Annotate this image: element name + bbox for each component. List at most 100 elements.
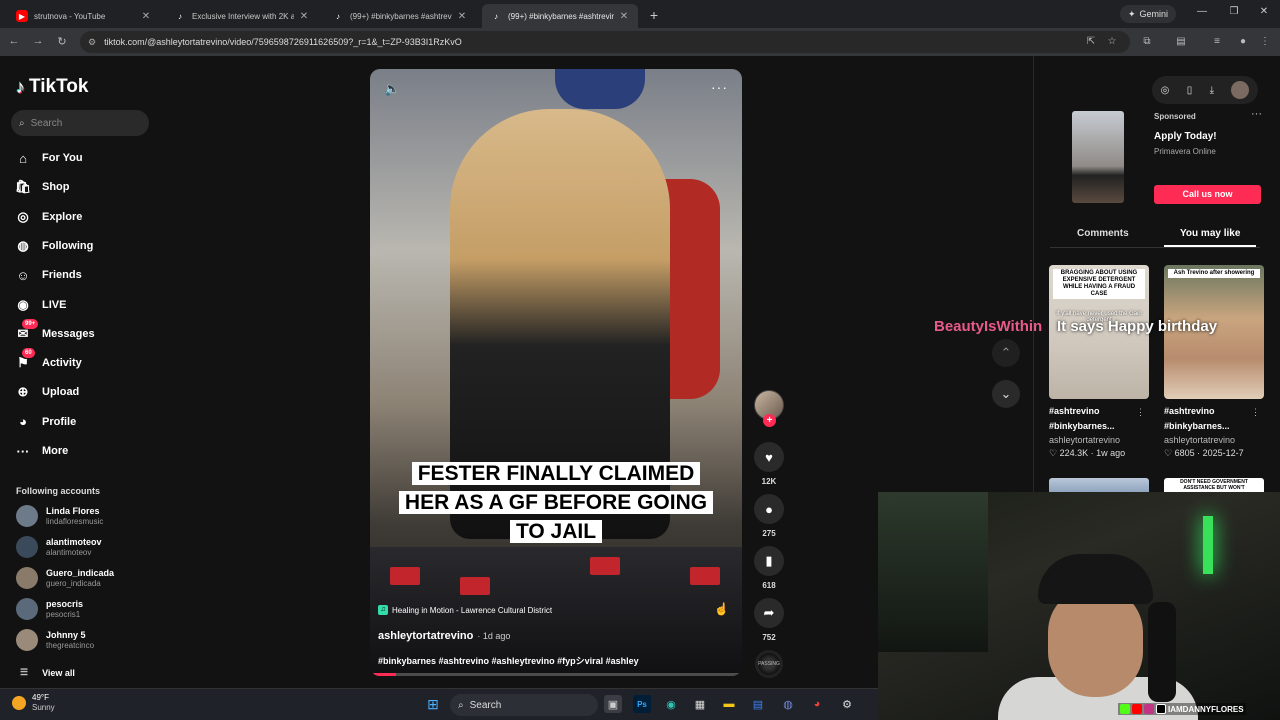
sidebar-item-live[interactable]: ◉ LIVE [14, 295, 66, 315]
chrome-icon[interactable]: ◕ [808, 695, 826, 713]
extensions-icon[interactable]: ⧉ [1140, 36, 1154, 47]
install-app-icon[interactable]: ⇱ [1084, 36, 1098, 47]
following-account[interactable]: alantimoteov alantimoteov [16, 535, 102, 559]
following-account[interactable]: pesocris pesocris1 [16, 597, 83, 621]
recommended-video-card[interactable]: BRAGGING ABOUT USING EXPENSIVE DETERGENT… [1049, 265, 1149, 459]
settings-icon[interactable]: ⚙ [838, 695, 856, 713]
maximize-icon[interactable]: ❐ [1224, 6, 1244, 17]
webcam-shape [1148, 602, 1176, 702]
minimize-icon[interactable]: — [1192, 6, 1212, 17]
music-link[interactable]: ♫ Healing in Motion - Lawrence Cultural … [378, 605, 552, 615]
card-user[interactable]: ashleytortatrevino [1164, 435, 1264, 445]
card-user[interactable]: ashleytortatrevino [1049, 435, 1149, 445]
bookmark-star-icon[interactable]: ☆ [1105, 36, 1119, 47]
close-icon[interactable]: ✕ [140, 11, 152, 22]
ad-thumbnail[interactable] [1072, 111, 1124, 203]
view-all-label: View all [42, 667, 75, 678]
music-disc[interactable]: PASSING [755, 650, 783, 678]
media-icon[interactable]: ≡ [1210, 36, 1224, 47]
tab-you-may-like[interactable]: You may like [1180, 228, 1240, 239]
follow-plus-icon[interactable]: + [763, 414, 776, 427]
volume-icon[interactable]: 🔈 [384, 81, 400, 97]
avatar [16, 629, 38, 651]
close-icon[interactable]: ✕ [618, 11, 630, 22]
download-icon[interactable]: ⤓ [1210, 85, 1214, 96]
tiktok-logo[interactable]: ♪ TikTok [16, 76, 88, 98]
sidepanel-icon[interactable]: ▤ [1174, 36, 1188, 47]
sidebar-item-shop[interactable]: 🛍 Shop [14, 177, 70, 197]
sidebar-item-messages[interactable]: ✉ 99+ Messages [14, 318, 95, 344]
account-name: Guero_indicada [46, 567, 115, 578]
ad-title[interactable]: Apply Today! [1154, 131, 1217, 142]
share-button[interactable]: ➦ 752 [753, 598, 785, 642]
discord-icon[interactable]: ◍ [779, 695, 797, 713]
previous-video-button[interactable]: ⌃ [992, 339, 1020, 367]
next-video-button[interactable]: ⌄ [992, 380, 1020, 408]
reload-icon[interactable]: ↻ [54, 35, 70, 48]
menu-kebab-icon[interactable]: ⋮ [1258, 36, 1272, 47]
comment-button[interactable]: ● 275 [753, 494, 785, 538]
following-account[interactable]: Johnny 5 thegreatcinco [16, 628, 94, 652]
new-tab-button[interactable]: + [646, 7, 662, 23]
kick-icon [1120, 704, 1130, 714]
sidebar-item-more[interactable]: ··· More [14, 441, 69, 461]
address-bar[interactable]: ⚙ tiktok.com/@ashleytortatrevino/video/7… [80, 31, 1130, 53]
sidebar-item-label: For You [42, 152, 83, 164]
sidebar-item-upload[interactable]: ⊕ Upload [14, 382, 80, 402]
close-icon[interactable]: ✕ [298, 11, 310, 22]
video-hashtags[interactable]: #binkybarnes #ashtrevino #ashleytrevino … [378, 654, 639, 667]
app-icon[interactable]: ▤ [749, 695, 767, 713]
sidebar-item-activity[interactable]: ⚑ 60 Activity [14, 348, 82, 373]
sidebar-item-following[interactable]: ◍ Following [14, 236, 93, 256]
view-all-button[interactable]: ☰ View all [20, 667, 75, 678]
tab-comments[interactable]: Comments [1077, 228, 1129, 239]
forward-icon[interactable]: → [30, 35, 46, 47]
video-frame-shape [390, 567, 420, 585]
store-icon[interactable]: ▦ [691, 695, 709, 713]
video-author[interactable]: ashleytortatrevino · 1d ago [378, 630, 510, 642]
photoshop-icon[interactable]: Ps [633, 695, 651, 713]
call-us-button[interactable]: Call us now [1154, 185, 1261, 204]
profile-avatar-icon[interactable]: ● [1236, 36, 1250, 47]
card-more-icon[interactable]: ⋮ [1251, 407, 1260, 418]
close-icon[interactable]: ✕ [456, 11, 468, 22]
video-player[interactable]: 🔈 ··· FESTER FINALLY CLAIMED HER AS A GF… [370, 69, 742, 676]
device-icon[interactable]: ▯ [1187, 85, 1193, 96]
task-view-icon[interactable]: ▣ [604, 695, 622, 713]
browser-tab[interactable]: ♪ (99+) #binkybarnes #ashtrevino ✕ [324, 4, 476, 28]
like-button[interactable]: ♥ 12K [753, 442, 785, 486]
sidebar-item-profile[interactable]: ◕ Profile [14, 412, 76, 432]
card-more-icon[interactable]: ⋮ [1136, 407, 1145, 418]
back-icon[interactable]: ← [6, 35, 22, 47]
windows-start-icon[interactable]: ⊞ [424, 695, 442, 713]
following-account[interactable]: Guero_indicada guero_indicada [16, 566, 114, 590]
sidebar-item-for-you[interactable]: ⌂ For You [14, 148, 83, 168]
video-progress-bar[interactable] [370, 673, 742, 676]
like-count: 12K [761, 477, 777, 486]
gemini-button[interactable]: ✦ Gemini [1120, 5, 1177, 23]
close-window-icon[interactable]: ✕ [1254, 6, 1274, 17]
browser-tab[interactable]: ♪ Exclusive Interview with 2K at TI ✕ [166, 4, 318, 28]
sidebar-item-explore[interactable]: ◎ Explore [14, 207, 82, 227]
file-explorer-icon[interactable]: ▬ [720, 695, 738, 713]
gemini-label: Gemini [1139, 9, 1169, 19]
following-account[interactable]: Linda Flores lindafloresmusic [16, 504, 103, 528]
logo-text: TikTok [29, 76, 89, 97]
edge-icon[interactable]: ◉ [662, 695, 680, 713]
weather-widget[interactable]: 49°F Sunny [12, 693, 55, 713]
browser-tab-active[interactable]: ♪ (99+) #binkybarnes #ashtrevino ✕ [482, 4, 638, 28]
taskbar-search[interactable]: ⌕ Search [450, 694, 598, 716]
recommended-video-card[interactable]: Ash Trevino after showering #ashtrevino … [1164, 265, 1264, 459]
user-avatar[interactable] [1231, 81, 1250, 99]
compass-icon[interactable]: ◎ [1161, 85, 1170, 96]
search-input[interactable]: ⌕ Search [11, 110, 149, 136]
save-button[interactable]: ▮ 618 [753, 546, 785, 590]
screen: ▶ strutnova - YouTube ✕ ♪ Exclusive Inte… [0, 0, 1280, 720]
ad-more-icon[interactable]: ··· [1251, 108, 1262, 120]
browser-tab[interactable]: ▶ strutnova - YouTube ✕ [8, 4, 160, 28]
site-info-icon[interactable]: ⚙ [88, 37, 96, 48]
sidebar-item-friends[interactable]: ☺ Friends [14, 265, 81, 285]
account-name: alantimoteov [46, 536, 102, 547]
sidebar-item-label: Shop [42, 181, 70, 194]
video-more-icon[interactable]: ··· [711, 79, 728, 95]
